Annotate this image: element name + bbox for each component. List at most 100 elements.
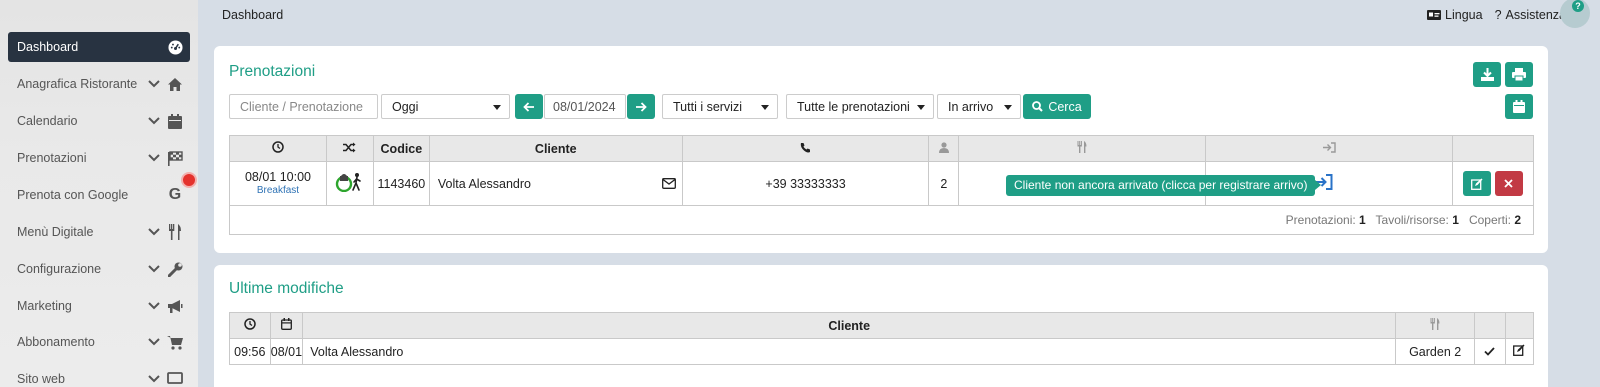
summary-tables-value: 1 bbox=[1452, 213, 1459, 227]
bookings-card: Prenotazioni Cliente / Prenotazione Oggi… bbox=[214, 46, 1548, 253]
summary-tables-label: Tavoli/risorse: bbox=[1375, 213, 1449, 227]
services-select[interactable]: Tutti i servizi bbox=[662, 94, 778, 119]
sidebar-item-configurazione[interactable]: Configurazione bbox=[8, 254, 190, 284]
monitor-icon bbox=[167, 371, 183, 387]
bookings-filter-select[interactable]: Tutte le prenotazioni bbox=[786, 94, 934, 119]
calendar-button[interactable] bbox=[1505, 94, 1533, 119]
time-cell: 09:56 bbox=[229, 338, 271, 365]
covers-column-header[interactable] bbox=[928, 135, 960, 162]
bookings-title: Prenotazioni bbox=[229, 63, 316, 80]
summary-bookings-value: 1 bbox=[1359, 213, 1366, 227]
table-row[interactable]: 08/01 10:00 Breakfast 1143460 Volta Ales… bbox=[229, 161, 1535, 206]
search-button[interactable]: Cerca bbox=[1023, 94, 1091, 119]
services-value: Tutti i servizi bbox=[673, 99, 742, 114]
arrival-tooltip: Cliente non ancora arrivato (clicca per … bbox=[1006, 175, 1322, 196]
sidebar-item-label: Abbonamento bbox=[17, 335, 95, 349]
table-column-header[interactable] bbox=[1395, 312, 1476, 339]
date-input[interactable]: 08/01/2024 bbox=[544, 94, 626, 119]
user-icon bbox=[938, 141, 949, 153]
caret-down-icon bbox=[493, 105, 501, 110]
time-column-header[interactable] bbox=[229, 135, 327, 162]
cutlery-icon bbox=[167, 224, 183, 240]
prev-date-button[interactable] bbox=[515, 94, 543, 119]
period-select[interactable]: Oggi bbox=[381, 94, 510, 119]
booking-datetime: 08/01 10:00 bbox=[244, 169, 311, 184]
sidebar: Dashboard Anagrafica Ristorante Calendar… bbox=[0, 0, 198, 387]
status-select[interactable]: In arrivo bbox=[937, 94, 1021, 119]
chevron-down-icon bbox=[148, 302, 160, 310]
sidebar-item-label: Configurazione bbox=[17, 262, 102, 276]
status-value: In arrivo bbox=[948, 99, 994, 114]
delete-booking-button[interactable] bbox=[1494, 171, 1523, 196]
search-input[interactable]: Cliente / Prenotazione bbox=[229, 94, 378, 119]
code-column-header[interactable]: Codice bbox=[372, 135, 430, 162]
recent-changes-title: Ultime modifiche bbox=[229, 280, 344, 297]
client-cell: Volta Alessandro bbox=[302, 338, 1397, 365]
date-cell: 08/01 bbox=[269, 338, 304, 365]
sidebar-item-prenota-google[interactable]: Prenota con Google G bbox=[8, 180, 190, 210]
clock-icon bbox=[272, 141, 284, 153]
sidebar-item-abbonamento[interactable]: Abbonamento bbox=[8, 327, 190, 357]
chevron-down-icon bbox=[148, 338, 160, 346]
print-button[interactable] bbox=[1505, 62, 1533, 87]
chevron-down-icon bbox=[148, 375, 160, 383]
help-link[interactable]: ? Assistenza bbox=[1495, 8, 1566, 22]
sidebar-item-label: Prenotazioni bbox=[17, 151, 87, 165]
id-card-icon bbox=[1427, 10, 1442, 20]
phone-column-header[interactable] bbox=[681, 135, 930, 162]
datetime-cell: 08/01 10:00 Breakfast bbox=[229, 161, 327, 206]
search-icon bbox=[1032, 101, 1044, 112]
wrench-icon bbox=[167, 261, 183, 277]
covers-cell: 2 bbox=[928, 161, 960, 206]
chevron-down-icon bbox=[148, 228, 160, 236]
check-cell bbox=[1474, 338, 1506, 365]
download-button[interactable] bbox=[1473, 62, 1501, 87]
caret-down-icon bbox=[917, 105, 925, 110]
status-column-header bbox=[1474, 312, 1506, 339]
chevron-down-icon bbox=[148, 80, 160, 88]
source-column-header[interactable] bbox=[325, 135, 374, 162]
edit-booking-button[interactable] bbox=[1462, 171, 1491, 196]
sidebar-item-prenotazioni[interactable]: Prenotazioni bbox=[8, 143, 190, 173]
print-icon bbox=[1512, 68, 1526, 81]
client-column-header[interactable]: Cliente bbox=[428, 135, 683, 162]
calendar-icon bbox=[280, 318, 292, 330]
next-date-button[interactable] bbox=[627, 94, 655, 119]
summary-covers-label: Coperti: bbox=[1468, 213, 1511, 227]
actions-cell bbox=[1451, 161, 1535, 206]
cutlery-icon bbox=[1430, 318, 1440, 330]
sidebar-item-calendario[interactable]: Calendario bbox=[8, 106, 190, 136]
recent-changes-table: Cliente 09:56 08/01 Volta Alessandro Gar… bbox=[229, 312, 1535, 365]
table-column-header[interactable] bbox=[958, 135, 1207, 162]
shuffle-icon bbox=[343, 142, 356, 152]
chevron-down-icon bbox=[148, 154, 160, 162]
topbar: Dashboard Lingua ? Assistenza ? bbox=[198, 0, 1600, 30]
phone-cell[interactable]: +39 33333333 bbox=[681, 161, 930, 206]
client-cell: Volta Alessandro bbox=[428, 161, 683, 206]
sidebar-item-anagrafica[interactable]: Anagrafica Ristorante bbox=[8, 69, 190, 99]
sidebar-item-dashboard[interactable]: Dashboard bbox=[8, 32, 190, 62]
arrow-right-icon bbox=[636, 101, 647, 112]
edit-cell[interactable] bbox=[1504, 338, 1535, 365]
notification-dot bbox=[181, 172, 197, 188]
table-row[interactable]: 09:56 08/01 Volta Alessandro Garden 2 bbox=[229, 338, 1535, 365]
sidebar-item-menu-digitale[interactable]: Menù Digitale bbox=[8, 217, 190, 247]
summary-bookings-label: Prenotazioni: bbox=[1285, 213, 1356, 227]
envelope-icon[interactable] bbox=[661, 178, 676, 189]
help-bubble[interactable]: ? bbox=[1560, 0, 1590, 28]
arrival-column-header[interactable] bbox=[1205, 135, 1453, 162]
summary-cell: Prenotazioni: 1 Tavoli/risorse: 1 Copert… bbox=[229, 205, 1534, 235]
source-cell bbox=[325, 161, 374, 206]
sidebar-item-marketing[interactable]: Marketing bbox=[8, 291, 190, 321]
flag-icon bbox=[167, 150, 183, 166]
date-column-header[interactable] bbox=[269, 312, 304, 339]
client-column-header[interactable]: Cliente bbox=[302, 312, 1397, 339]
time-column-header[interactable] bbox=[229, 312, 271, 339]
sidebar-item-sito-web[interactable]: Sito web bbox=[8, 364, 190, 387]
sidebar-item-label: Prenota con Google bbox=[17, 188, 129, 202]
edit-icon bbox=[1471, 178, 1483, 190]
edit-icon[interactable] bbox=[1513, 344, 1525, 356]
language-link[interactable]: Lingua bbox=[1427, 8, 1483, 22]
phone-icon bbox=[800, 142, 811, 152]
cutlery-icon bbox=[1077, 141, 1087, 153]
